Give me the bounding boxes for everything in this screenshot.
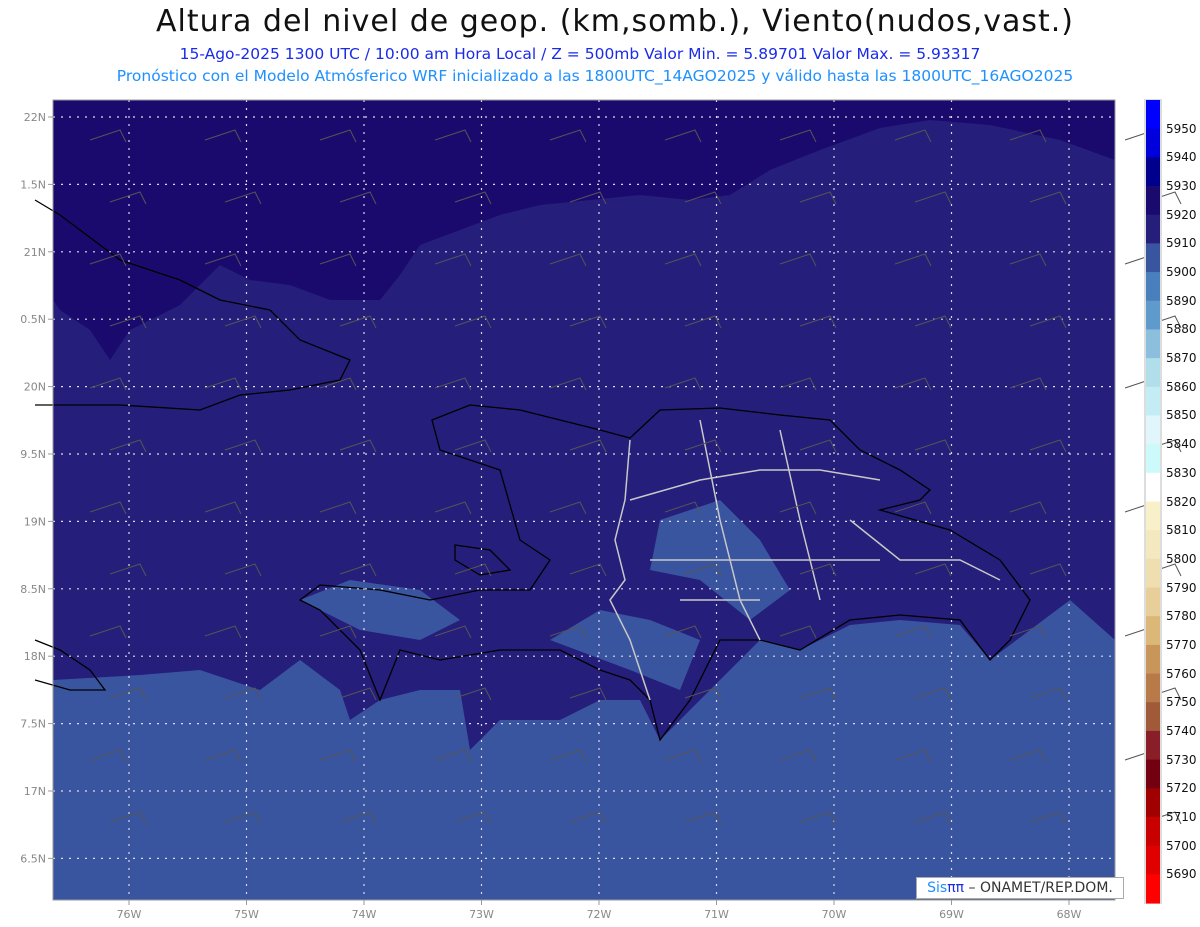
lat-label: 19N <box>24 515 46 528</box>
colorbar-label: 5780 <box>1166 609 1197 624</box>
lon-label: 76W <box>117 908 142 921</box>
credit-box: Sisππ – ONAMET/REP.DOM. <box>916 877 1124 899</box>
colorbar-label: 5800 <box>1166 551 1197 566</box>
lat-label: 6.5N <box>20 852 46 865</box>
colorbar-segment <box>1146 272 1160 302</box>
credit-text: – ONAMET/REP.DOM. <box>964 880 1113 896</box>
lon-label: 75W <box>234 908 259 921</box>
colorbar-label: 5950 <box>1166 121 1197 136</box>
sistpi-logo: Sis <box>927 880 948 896</box>
colorbar-segment <box>1146 816 1160 847</box>
lat-label: 17N <box>24 785 46 798</box>
colorbar-label: 5750 <box>1166 695 1197 710</box>
colorbar-segment <box>1146 243 1160 273</box>
colorbar-segment <box>1146 673 1160 703</box>
colorbar-segment <box>1146 759 1160 789</box>
lat-label: 1.5N <box>20 178 46 191</box>
colorbar-segment <box>1146 157 1160 187</box>
lat-label: 18N <box>24 650 46 663</box>
colorbar-segment <box>1146 186 1160 216</box>
colorbar-segment <box>1146 501 1160 531</box>
colorbar-segment <box>1146 444 1160 474</box>
colorbar-label: 5920 <box>1166 207 1197 222</box>
colorbar-segment <box>1146 587 1160 617</box>
lat-label: 20N <box>24 381 46 394</box>
colorbar-label: 5830 <box>1166 465 1197 480</box>
colorbar-label: 5880 <box>1166 322 1197 337</box>
colorbar-segment <box>1146 128 1160 158</box>
colorbar-segment <box>1146 100 1160 130</box>
colorbar-label: 5930 <box>1166 179 1197 194</box>
colorbar-segment <box>1146 214 1160 244</box>
colorbar-segment <box>1146 874 1160 904</box>
longitude-labels: 76W 75W 74W 73W 72W 71W 70W 69W 68W <box>117 900 1082 921</box>
lon-label: 68W <box>1057 908 1082 921</box>
map-plot <box>34 100 1182 900</box>
colorbar-label: 5840 <box>1166 437 1197 452</box>
colorbar-label: 5720 <box>1166 781 1197 796</box>
colorbar-segment <box>1146 788 1160 818</box>
colorbar-label: 5940 <box>1166 150 1197 165</box>
colorbar-label: 5870 <box>1166 351 1197 366</box>
lat-label: 0.5N <box>20 313 46 326</box>
colorbar-label: 5770 <box>1166 637 1197 652</box>
lon-label: 72W <box>587 908 612 921</box>
colorbar-label: 5710 <box>1166 809 1197 824</box>
colorbar-segment <box>1146 415 1160 445</box>
colorbar-label: 5700 <box>1166 838 1197 853</box>
lon-label: 73W <box>469 908 494 921</box>
lon-label: 71W <box>704 908 729 921</box>
colorbar-segment <box>1146 644 1160 675</box>
colorbar-label: 5900 <box>1166 265 1197 280</box>
colorbar-segment <box>1146 730 1160 761</box>
colorbar-label: 5890 <box>1166 293 1197 308</box>
colorbar <box>1144 99 1162 904</box>
colorbar-label: 5860 <box>1166 379 1197 394</box>
lon-label: 70W <box>822 908 847 921</box>
lat-label: 21N <box>24 246 46 259</box>
colorbar-segment <box>1146 530 1160 560</box>
lon-label: 74W <box>352 908 377 921</box>
colorbar-segment <box>1146 558 1160 589</box>
colorbar-label: 5730 <box>1166 752 1197 767</box>
colorbar-segment <box>1146 616 1160 646</box>
colorbar-segment <box>1146 472 1160 502</box>
lat-label: 8.5N <box>20 583 46 596</box>
lon-label: 69W <box>939 908 964 921</box>
colorbar-label: 5810 <box>1166 523 1197 538</box>
map-canvas: 22N 1.5N 21N 0.5N 20N 9.5N 19N 8.5N 18N 7.5N 17N 6.… <box>20 99 1182 921</box>
lat-label: 9.5N <box>20 448 46 461</box>
colorbar-label: 5760 <box>1166 666 1197 681</box>
colorbar-segment <box>1146 329 1160 359</box>
colorbar-label: 5850 <box>1166 408 1197 423</box>
latitude-labels: 22N 1.5N 21N 0.5N 20N 9.5N 19N 8.5N 18N 7.5N 17N 6.… <box>20 111 53 865</box>
colorbar-segment <box>1146 386 1160 416</box>
colorbar-segment <box>1146 702 1160 732</box>
colorbar-label: 5690 <box>1166 867 1197 882</box>
colorbar-label: 5790 <box>1166 580 1197 595</box>
colorbar-segment <box>1146 358 1160 388</box>
colorbar-label: 5740 <box>1166 723 1197 738</box>
sistpi-logo-pi: ππ <box>947 880 965 896</box>
colorbar-segment <box>1146 300 1160 330</box>
colorbar-label: 5820 <box>1166 494 1197 509</box>
lat-label: 7.5N <box>20 718 46 731</box>
colorbar-label: 5910 <box>1166 236 1197 251</box>
lat-label: 22N <box>24 111 46 124</box>
colorbar-segment <box>1146 845 1160 875</box>
